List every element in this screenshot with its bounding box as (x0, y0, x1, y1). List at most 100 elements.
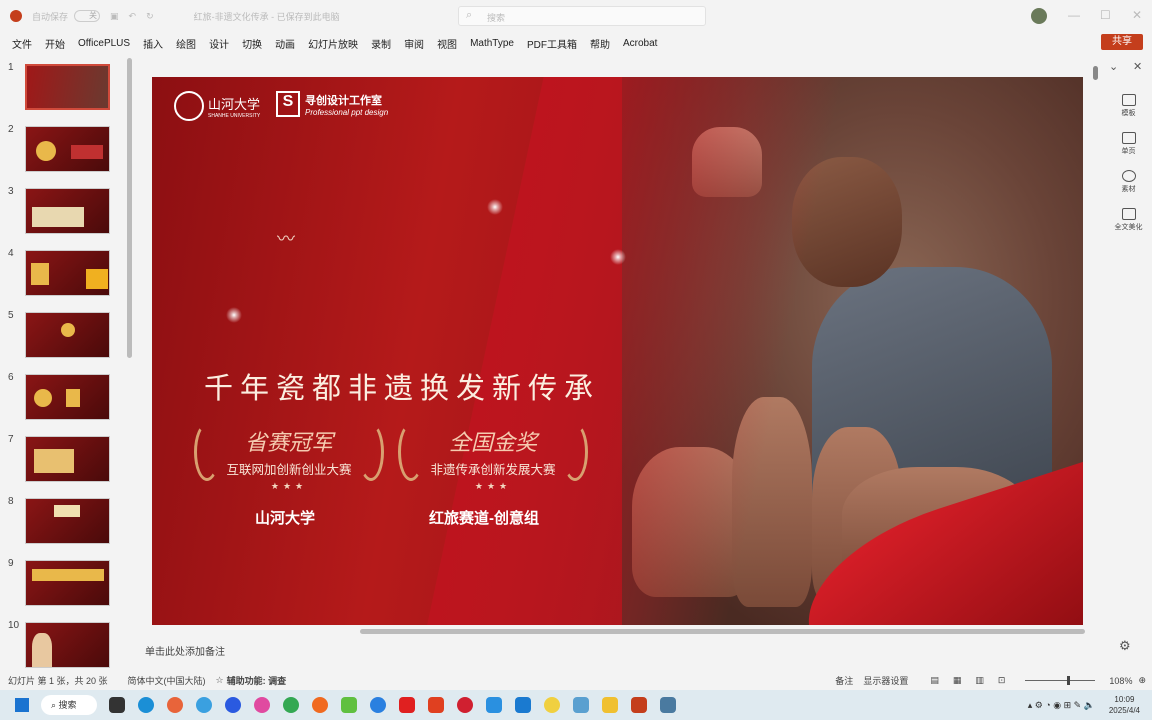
app-icon[interactable] (515, 697, 531, 713)
university-name-en: SHANHE UNIVERSITY (208, 112, 261, 119)
panel-label: 全文美化 (1114, 224, 1143, 231)
save-icon[interactable]: ▣ (110, 11, 119, 22)
app-icon[interactable] (544, 697, 560, 713)
tab-mathtype[interactable]: MathType (470, 38, 514, 49)
filename[interactable]: 红旅-非遗文化传承 - 已保存到此电脑 (194, 10, 340, 23)
tab-view[interactable]: 视图 (437, 36, 457, 51)
display-settings-button[interactable]: 显示器设置 (863, 674, 908, 687)
slide-number: 6 (8, 372, 14, 383)
slide-number: 2 (8, 124, 14, 135)
minimize-button[interactable]: — (1068, 8, 1080, 22)
share-button[interactable]: 共享 (1101, 34, 1143, 50)
slide-thumbnail[interactable]: 6 (0, 372, 130, 428)
panel-assets[interactable]: 素材 (1105, 170, 1152, 194)
studio-name-en: Professional ppt design (305, 107, 389, 117)
tab-design[interactable]: 设计 (209, 36, 229, 51)
slide-canvas[interactable]: 〰 山河大学 SHANHE UNIVERSITY S 寻创设计工作室 Profe… (152, 77, 1083, 625)
app-icon[interactable] (225, 697, 241, 713)
notepad-icon[interactable] (660, 697, 676, 713)
taskbar: ⌕ 搜索 ▴ ⚙ ◔ ◉ ⊞ ✎ 🔈 10:09 2025/4/4 (0, 690, 1152, 720)
tab-record[interactable]: 录制 (371, 36, 391, 51)
slide-thumbnail[interactable]: 7 (0, 434, 130, 490)
tab-transitions[interactable]: 切换 (242, 36, 262, 51)
tab-home[interactable]: 开始 (45, 36, 65, 51)
task-view-icon[interactable] (109, 697, 125, 713)
ie-icon[interactable] (370, 697, 386, 713)
tab-officeplus[interactable]: OfficePLUS (78, 38, 130, 49)
zoom-level[interactable]: 108% (1109, 676, 1132, 686)
settings-icon[interactable]: ⚙ (1119, 638, 1131, 654)
app-icon[interactable] (312, 697, 328, 713)
panel-beautify[interactable]: 全文美化 (1105, 208, 1152, 232)
tab-animations[interactable]: 动画 (275, 36, 295, 51)
clock[interactable]: 10:09 2025/4/4 (1109, 694, 1140, 716)
thumbnail-scrollbar[interactable] (127, 58, 132, 358)
notes-button[interactable]: 备注 (835, 674, 853, 687)
slide-thumbnail[interactable]: 8 (0, 496, 130, 552)
fit-slide-icon[interactable]: ⊕ (1138, 675, 1146, 686)
panel-label: 素材 (1121, 186, 1136, 193)
tab-pdf-tools[interactable]: PDF工具箱 (527, 36, 577, 51)
slide-thumbnail[interactable]: 1 (0, 62, 130, 118)
powerpoint-icon[interactable] (631, 697, 647, 713)
app-icon[interactable] (573, 697, 589, 713)
award-subtitle: 非遗传承创新发展大赛 (430, 462, 556, 477)
zoom-slider[interactable] (1025, 676, 1096, 685)
yandex-icon[interactable] (399, 697, 415, 713)
university-logo: 山河大学 SHANHE UNIVERSITY (174, 91, 260, 121)
undo-icon[interactable]: ↶ (129, 11, 137, 22)
tab-file[interactable]: 文件 (12, 36, 32, 51)
accessibility-status[interactable]: 辅助功能: 调查 (227, 674, 287, 687)
slideshow-icon[interactable]: ⊡ (998, 675, 1006, 686)
tab-insert[interactable]: 插入 (143, 36, 163, 51)
edge-icon[interactable] (138, 697, 154, 713)
search-input[interactable]: 搜索 (458, 6, 706, 26)
tab-help[interactable]: 帮助 (590, 36, 610, 51)
chrome-icon[interactable] (283, 697, 299, 713)
redo-icon[interactable]: ↻ (146, 11, 154, 22)
cloud-motif-icon: 〰 (277, 229, 295, 249)
normal-view-icon[interactable]: ▤ (930, 675, 939, 686)
ie-green-icon[interactable] (341, 697, 357, 713)
tab-acrobat[interactable]: Acrobat (623, 38, 657, 49)
windows-start-icon[interactable] (15, 698, 29, 712)
avatar[interactable] (1031, 8, 1047, 24)
app-icon[interactable] (254, 697, 270, 713)
time: 10:09 (1114, 695, 1135, 704)
vivaldi-icon[interactable] (457, 697, 473, 713)
horizontal-scrollbar[interactable] (360, 629, 1085, 634)
slide-title: 千年瓷都非遗换发新传承 (204, 371, 601, 405)
slide-thumbnail-pane: 1 2 3 4 5 6 7 8 9 10 (0, 56, 138, 668)
slide-scrollbar[interactable] (1093, 62, 1099, 622)
slide-thumbnail[interactable]: 4 (0, 248, 130, 304)
slide-thumbnail[interactable]: 10 (0, 620, 130, 676)
tab-draw[interactable]: 绘图 (176, 36, 196, 51)
tab-slideshow[interactable]: 幻灯片放映 (308, 36, 358, 51)
slide-thumbnail[interactable]: 2 (0, 124, 130, 180)
brave-icon[interactable] (428, 697, 444, 713)
notes-input[interactable]: 单击此处添加备注 (145, 643, 225, 658)
chevron-down-icon[interactable]: ⌄ (1109, 60, 1118, 73)
taskbar-search[interactable]: ⌕ 搜索 (41, 695, 97, 715)
file-explorer-icon[interactable] (602, 697, 618, 713)
tab-review[interactable]: 审阅 (404, 36, 424, 51)
slide-thumbnail[interactable]: 3 (0, 186, 130, 242)
panel-label: 模板 (1121, 110, 1136, 117)
firefox-icon[interactable] (167, 697, 183, 713)
panel-template[interactable]: 模板 (1105, 94, 1152, 118)
system-tray-icons[interactable]: ▴ ⚙ ◔ ◉ ⊞ ✎ 🔈 (1028, 700, 1095, 711)
slide-thumbnail[interactable]: 5 (0, 310, 130, 366)
autosave-toggle[interactable]: 关 (74, 10, 101, 22)
app-icon[interactable] (486, 697, 502, 713)
close-button[interactable]: ✕ (1132, 8, 1142, 22)
maximize-button[interactable]: ☐ (1100, 8, 1111, 22)
slide-thumbnail[interactable]: 9 (0, 558, 130, 614)
reading-view-icon[interactable]: ▥ (975, 675, 984, 686)
sparkle (487, 199, 503, 215)
language[interactable]: 简体中文(中国大陆) (128, 674, 206, 687)
sorter-view-icon[interactable]: ▦ (953, 675, 962, 686)
date: 2025/4/4 (1108, 706, 1140, 715)
panel-single-page[interactable]: 单页 (1105, 132, 1152, 156)
app-icon[interactable] (196, 697, 212, 713)
close-panel-icon[interactable]: ✕ (1133, 60, 1142, 73)
